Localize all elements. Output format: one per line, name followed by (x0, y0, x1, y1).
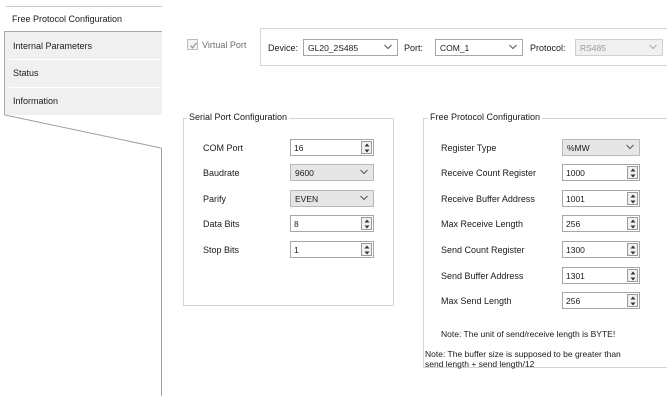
send-buffer-address-value: 1301 (566, 271, 585, 281)
tab-panel-border (161, 148, 162, 396)
max-receive-length-value: 256 (566, 219, 581, 229)
spin-buttons[interactable] (627, 243, 638, 256)
baudrate-value: 9600 (295, 168, 314, 178)
vertical-tab-strip: Free Protocol Configuration Internal Par… (0, 0, 162, 396)
com-port-spinbox[interactable]: 16 (290, 139, 374, 156)
checkmark-icon (190, 42, 198, 49)
free-protocol-group-title: Free Protocol Configuration (428, 112, 543, 122)
data-bits-label: Data Bits (203, 219, 240, 229)
device-select[interactable]: GL20_2S485 (303, 39, 398, 56)
spin-buttons[interactable] (627, 294, 638, 307)
serial-port-group-title: Serial Port Configuration (187, 112, 290, 122)
send-count-register-value: 1300 (566, 245, 585, 255)
max-receive-length-label: Max Receive Length (441, 219, 524, 229)
spin-buttons[interactable] (361, 243, 372, 256)
spin-arrows-icon (364, 219, 370, 229)
port-label: Port: (404, 43, 424, 53)
unit-note: Note: The unit of send/receive length is… (441, 329, 616, 339)
spin-arrows-icon (364, 245, 370, 255)
data-bits-value: 8 (294, 219, 299, 229)
stop-bits-label: Stop Bits (203, 245, 240, 255)
spin-buttons[interactable] (627, 269, 638, 282)
receive-buffer-address-value: 1001 (566, 194, 585, 204)
chevron-down-icon (626, 144, 634, 150)
spin-buttons[interactable] (361, 217, 372, 230)
receive-count-register-label: Receive Count Register (441, 168, 537, 178)
max-send-length-label: Max Send Length (441, 296, 512, 306)
chevron-down-icon (360, 195, 368, 201)
com-port-value: 16 (294, 143, 304, 153)
buffer-note-line1: Note: The buffer size is supposed to be … (425, 349, 621, 359)
chevron-down-icon (384, 44, 392, 50)
register-type-value: %MW (567, 143, 590, 153)
spin-arrows-icon (630, 271, 636, 281)
register-type-select[interactable]: %MW (562, 139, 640, 156)
protocol-select: RS485 (575, 39, 663, 56)
spin-arrows-icon (630, 168, 636, 178)
port-value: COM_1 (440, 43, 470, 53)
spin-arrows-icon (630, 245, 636, 255)
device-label: Device: (268, 43, 299, 53)
max-send-length-spinbox[interactable]: 256 (562, 292, 640, 309)
chevron-down-icon (649, 44, 657, 50)
send-count-register-spinbox[interactable]: 1300 (562, 241, 640, 258)
port-select[interactable]: COM_1 (435, 39, 523, 56)
spin-buttons[interactable] (361, 141, 372, 154)
receive-buffer-address-label: Receive Buffer Address (441, 194, 535, 204)
chevron-down-icon (360, 169, 368, 175)
virtual-port-label: Virtual Port (202, 40, 247, 50)
parity-value: EVEN (295, 194, 319, 204)
receive-count-register-spinbox[interactable]: 1000 (562, 164, 640, 181)
max-send-length-value: 256 (566, 296, 581, 306)
receive-buffer-address-spinbox[interactable]: 1001 (562, 190, 640, 207)
send-buffer-address-spinbox[interactable]: 1301 (562, 267, 640, 284)
virtual-port-checkbox[interactable] (187, 39, 198, 50)
spin-arrows-icon (364, 143, 370, 153)
spin-arrows-icon (630, 194, 636, 204)
spin-buttons[interactable] (627, 192, 638, 205)
stop-bits-value: 1 (294, 245, 299, 255)
stop-bits-spinbox[interactable]: 1 (290, 241, 374, 258)
tab-edge-diagonal (4, 114, 162, 149)
spin-arrows-icon (630, 219, 636, 229)
send-count-register-label: Send Count Register (441, 245, 525, 255)
data-bits-spinbox[interactable]: 8 (290, 215, 374, 232)
protocol-value: RS485 (580, 43, 606, 53)
receive-count-register-value: 1000 (566, 168, 585, 178)
protocol-label: Protocol: (530, 43, 566, 53)
max-receive-length-spinbox[interactable]: 256 (562, 215, 640, 232)
com-port-label: COM Port (203, 143, 244, 153)
spin-arrows-icon (630, 296, 636, 306)
register-type-label: Register Type (441, 143, 497, 153)
device-value: GL20_2S485 (308, 43, 359, 53)
parity-label: Parify (203, 194, 227, 204)
parity-select[interactable]: EVEN (290, 190, 374, 207)
baudrate-label: Baudrate (203, 168, 240, 178)
buffer-note-line2: send length + send length/12 (425, 359, 535, 369)
chevron-down-icon (509, 44, 517, 50)
spin-buttons[interactable] (627, 217, 638, 230)
spin-buttons[interactable] (627, 166, 638, 179)
baudrate-select[interactable]: 9600 (290, 164, 374, 181)
send-buffer-address-label: Send Buffer Address (441, 271, 524, 281)
